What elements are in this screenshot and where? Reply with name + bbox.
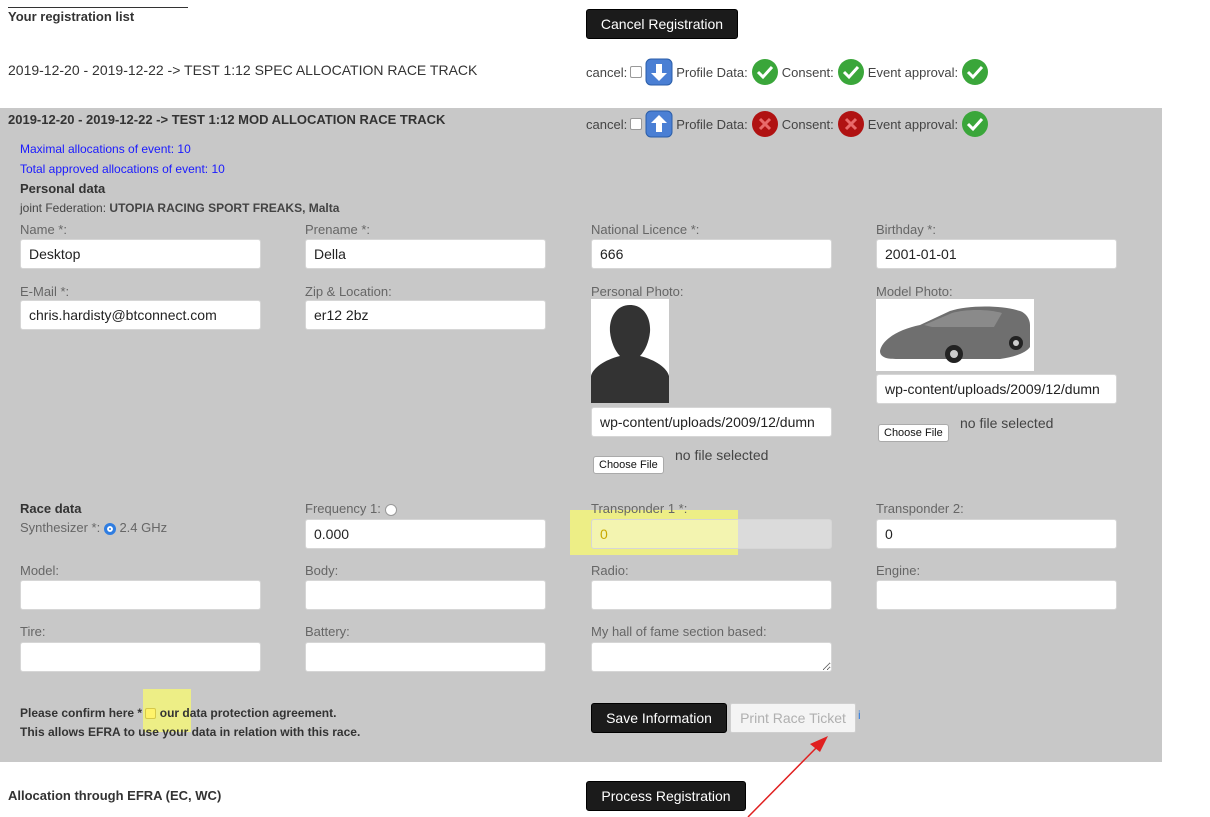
synthesizer-radio[interactable] xyxy=(103,522,116,535)
print-race-ticket-button[interactable]: Print Race Ticket xyxy=(730,703,856,733)
personal-photo-path-field[interactable]: wp-content/uploads/2009/12/dumn xyxy=(591,407,832,437)
model-photo-label: Model Photo: xyxy=(876,284,953,299)
total-allocations-text: Total approved allocations of event: 10 xyxy=(20,162,225,176)
zip-location-field[interactable]: er12 2bz xyxy=(305,300,546,330)
cancel-registration-button[interactable]: Cancel Registration xyxy=(586,9,738,39)
model-photo-no-file-text: no file selected xyxy=(960,415,1054,431)
hall-of-fame-textarea[interactable] xyxy=(591,642,832,672)
event-approval-label: Event approval: xyxy=(867,64,959,80)
consent-label: Consent: xyxy=(781,64,834,80)
synthesizer-value: 2.4 GHz xyxy=(119,520,168,535)
check-icon xyxy=(751,59,778,85)
personal-data-heading: Personal data xyxy=(20,181,106,196)
cancel-checkbox[interactable] xyxy=(630,66,643,78)
person-silhouette-icon xyxy=(591,299,669,403)
transponder2-field[interactable]: 0 xyxy=(876,519,1117,549)
model-field[interactable] xyxy=(20,580,261,610)
tire-label: Tire: xyxy=(20,624,46,639)
prename-field[interactable]: Della xyxy=(305,239,546,269)
check-icon xyxy=(962,59,989,85)
licence-label: National Licence *: xyxy=(591,222,700,237)
cancel-checkbox[interactable] xyxy=(630,118,643,130)
page-title: Your registration list xyxy=(8,9,135,24)
transponder2-label: Transponder 2: xyxy=(876,501,964,516)
synthesizer-label: Synthesizer *: xyxy=(20,520,101,535)
race-data-heading: Race data xyxy=(20,501,82,516)
arrow-up-icon[interactable] xyxy=(645,110,673,138)
synthesizer-row: Synthesizer *: 2.4 GHz xyxy=(20,520,167,535)
header-rule xyxy=(8,7,188,8)
name-field[interactable]: Desktop xyxy=(20,239,261,269)
prename-label: Prename *: xyxy=(305,222,371,237)
profile-data-label: Profile Data: xyxy=(676,64,748,80)
birthday-label: Birthday *: xyxy=(876,222,936,237)
federation-name: UTOPIA RACING SPORT FREAKS, Malta xyxy=(109,201,340,215)
consent-checkbox[interactable] xyxy=(145,708,157,720)
battery-label: Battery: xyxy=(305,624,350,639)
engine-label: Engine: xyxy=(876,563,921,578)
consent-text-b: our data protection agreement. xyxy=(159,706,337,720)
licence-field[interactable]: 666 xyxy=(591,239,832,269)
registration-status-row: cancel: Profile Data: Consent: Event app… xyxy=(586,58,989,86)
arrow-down-icon[interactable] xyxy=(645,58,673,86)
consent-text-a: Please confirm here * xyxy=(20,706,143,720)
transponder1-field[interactable]: 0 xyxy=(591,519,832,549)
allocation-label: Allocation through EFRA (EC, WC) xyxy=(8,788,222,803)
cancel-label: cancel: xyxy=(586,64,628,80)
radio-label: Radio: xyxy=(591,563,629,578)
hall-of-fame-label: My hall of fame section based: xyxy=(591,624,767,639)
email-label: E-Mail *: xyxy=(20,284,70,299)
check-icon xyxy=(962,111,989,137)
registration-label: 2019-12-20 - 2019-12-22 -> TEST 1:12 SPE… xyxy=(8,62,478,78)
radio-field[interactable] xyxy=(591,580,832,610)
personal-photo-choose-file-button[interactable]: Choose File xyxy=(593,456,664,474)
model-photo-path-field[interactable]: wp-content/uploads/2009/12/dumn xyxy=(876,374,1117,404)
engine-field[interactable] xyxy=(876,580,1117,610)
check-icon xyxy=(837,59,864,85)
consent-label: Consent: xyxy=(781,116,834,132)
transponder1-label: Transponder 1 *: xyxy=(591,501,688,516)
cross-icon xyxy=(837,111,864,137)
race-car-image-icon xyxy=(876,299,1034,371)
model-label: Model: xyxy=(20,563,60,578)
model-photo-choose-file-button[interactable]: Choose File xyxy=(878,424,949,442)
frequency-label: Frequency 1: xyxy=(305,501,381,516)
consent-line1: Please confirm here * our data protectio… xyxy=(20,706,336,720)
registration-label: 2019-12-20 - 2019-12-22 -> TEST 1:12 MOD… xyxy=(8,112,446,127)
profile-data-label: Profile Data: xyxy=(676,116,748,132)
frequency-radio[interactable] xyxy=(384,503,397,516)
tire-field[interactable] xyxy=(20,642,261,672)
name-label: Name *: xyxy=(20,222,67,237)
save-information-button[interactable]: Save Information xyxy=(591,703,727,733)
email-field[interactable]: chris.hardisty@btconnect.com xyxy=(20,300,261,330)
battery-field[interactable] xyxy=(305,642,546,672)
personal-photo-label: Personal Photo: xyxy=(591,284,684,299)
max-allocations-text: Maximal allocations of event: 10 xyxy=(20,142,191,156)
annotation-arrow-icon xyxy=(747,736,828,817)
cross-icon xyxy=(751,111,778,137)
registration-status-row: cancel: Profile Data: Consent: Event app… xyxy=(586,110,989,138)
federation-prefix: joint Federation: xyxy=(20,201,107,215)
body-label: Body: xyxy=(305,563,339,578)
personal-photo-no-file-text: no file selected xyxy=(675,447,769,463)
zip-label: Zip & Location: xyxy=(305,284,392,299)
frequency-field[interactable]: 0.000 xyxy=(305,519,546,549)
birthday-field[interactable]: 2001-01-01 xyxy=(876,239,1117,269)
cancel-label: cancel: xyxy=(586,116,628,132)
frequency-row: Frequency 1: xyxy=(305,501,397,516)
event-approval-label: Event approval: xyxy=(867,116,959,132)
consent-line2: This allows EFRA to use your data in rel… xyxy=(20,725,361,739)
federation-line: joint Federation: UTOPIA RACING SPORT FR… xyxy=(20,201,339,215)
info-icon[interactable]: i xyxy=(858,708,861,722)
body-field[interactable] xyxy=(305,580,546,610)
